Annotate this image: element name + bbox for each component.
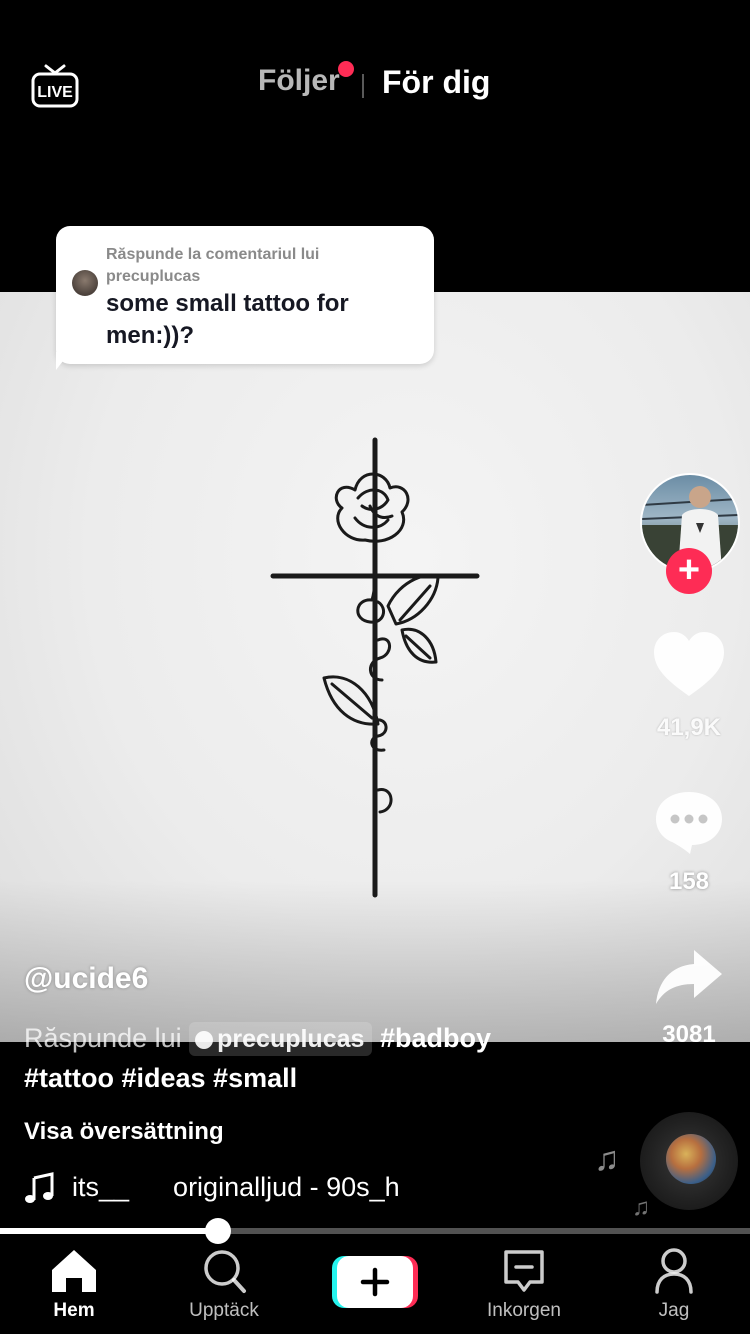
music-note-icon — [25, 1172, 54, 1203]
comment-icon[interactable] — [652, 788, 726, 858]
share-icon[interactable] — [652, 946, 726, 1008]
nav-discover[interactable]: Upptäck — [164, 1248, 284, 1328]
music-disc-art — [666, 1134, 716, 1184]
live-icon[interactable]: LIVE — [30, 62, 80, 110]
track-text-part1: its__ — [72, 1172, 130, 1202]
nav-home-label: Hem — [53, 1300, 95, 1321]
profile-icon — [655, 1248, 693, 1294]
share-count: 3081 — [662, 1021, 716, 1048]
notification-dot — [338, 61, 354, 77]
floating-note-icon: ♫ — [594, 1140, 620, 1178]
nav-inbox[interactable]: Inkorgen — [464, 1248, 584, 1328]
search-icon — [204, 1250, 246, 1293]
mention-name: precuplucas — [217, 1025, 365, 1053]
nav-profile-label: Jag — [658, 1300, 690, 1321]
nav-profile[interactable]: Jag — [614, 1248, 734, 1328]
follow-plus-button[interactable]: + — [666, 548, 712, 594]
creator-username[interactable]: @ucide6 — [24, 962, 148, 996]
tattoo-drawing — [270, 437, 480, 898]
heart-icon[interactable] — [652, 630, 726, 700]
music-track-marquee[interactable]: its__ originalljud - 90s_h — [72, 1172, 412, 1208]
track-text-part2: originalljud - 90s_h — [173, 1172, 400, 1202]
video-caption: Răspunde lui precuplucas #badboy #tattoo… — [24, 1018, 604, 1098]
tab-for-you[interactable]: För dig — [382, 64, 490, 101]
reply-comment-text: some small tattoo for men:))? — [106, 290, 349, 349]
tab-following[interactable]: Följer — [258, 64, 340, 98]
hashtag-link[interactable]: #badboy — [380, 1023, 491, 1053]
floating-note-small-icon: ♫ — [632, 1194, 650, 1221]
tab-divider — [362, 74, 364, 98]
nav-discover-label: Upptäck — [189, 1300, 259, 1321]
hashtag-links[interactable]: #tattoo #ideas #small — [24, 1063, 297, 1093]
bubble-tail — [56, 352, 70, 370]
translate-link[interactable]: Visa översättning — [24, 1118, 224, 1146]
nav-home[interactable]: Hem — [14, 1248, 134, 1328]
reply-heading: Răspunde la comentariul lui precuplucas — [106, 246, 320, 285]
comment-bubble-icon — [195, 1031, 214, 1049]
svg-text:LIVE: LIVE — [37, 84, 73, 101]
like-count: 41,9K — [656, 714, 722, 741]
nav-inbox-label: Inkorgen — [487, 1300, 561, 1321]
progress-knob[interactable] — [204, 1218, 231, 1244]
inbox-icon — [504, 1250, 544, 1292]
mention-chip[interactable]: precuplucas — [189, 1022, 373, 1056]
reply-prefix: Răspunde lui — [24, 1023, 182, 1053]
progress-fill — [0, 1228, 218, 1234]
home-icon — [52, 1250, 96, 1292]
comment-count: 158 — [668, 868, 710, 895]
create-plus-button[interactable] — [332, 1254, 418, 1308]
commenter-avatar — [72, 270, 98, 296]
